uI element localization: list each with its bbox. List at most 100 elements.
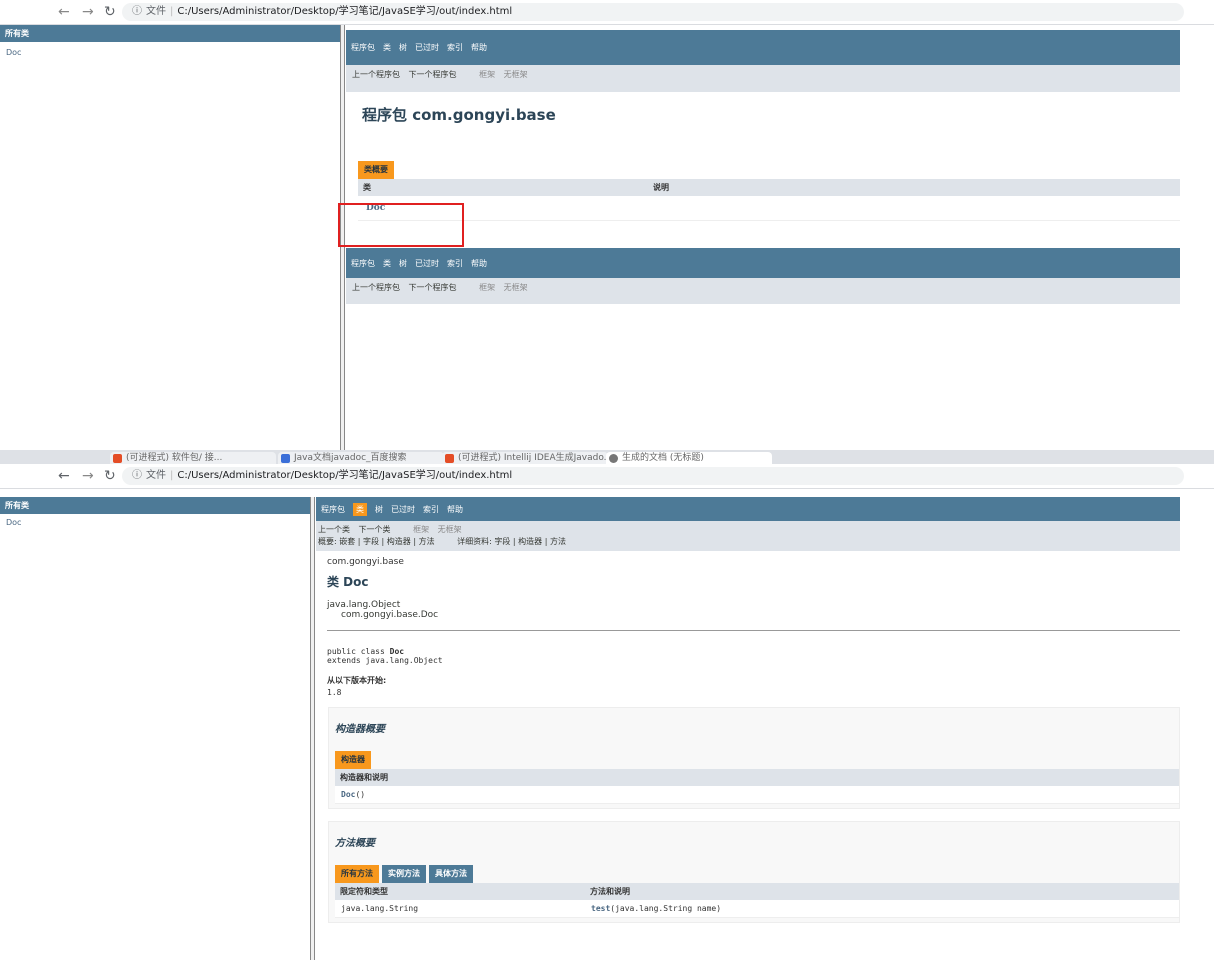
address-bar: ← → ↻ ⓘ 文件 | C:/Users/Administrator/Desktop…	[0, 464, 1214, 489]
nav-index[interactable]: 索引	[447, 42, 463, 53]
method-summary-title: 方法概要	[335, 838, 375, 849]
top-nav-bar: 程序包 类 树 已过时 索引 帮助	[346, 30, 1180, 65]
nav-tree[interactable]: 树	[399, 42, 407, 53]
next-class-link[interactable]: 下一个类	[359, 525, 391, 534]
constructor-caption: 构造器	[335, 751, 371, 769]
browser-tab-active[interactable]: 生成的文档 (无标题)	[606, 452, 772, 464]
class-link-doc[interactable]: Doc	[0, 42, 340, 57]
next-package-link[interactable]: 下一个程序包	[409, 70, 457, 79]
table-row: java.lang.String test(java.lang.String n…	[335, 900, 1179, 918]
class-summary-caption: 类概要	[358, 161, 394, 179]
frames-link[interactable]: 框架	[479, 70, 495, 79]
since-value: 1.8	[327, 688, 342, 697]
sub-nav-bar: 上一个类 下一个类 框架 无框架 概要: 嵌套 | 字段 | 构造器 | 方法 …	[316, 521, 1180, 551]
nav-package[interactable]: 程序包	[351, 42, 375, 53]
browser-tab[interactable]: (可进程式) 软件包/ 接...	[110, 452, 276, 464]
class-summary-table: 类概要 类 说明 Doc	[358, 157, 1180, 221]
constructor-params: ()	[355, 790, 366, 799]
browser-tab[interactable]: (可进程式) Intellij IDEA生成Javado...	[442, 452, 608, 464]
nav-class[interactable]: 类	[383, 42, 391, 53]
nav-help[interactable]: 帮助	[471, 42, 487, 53]
constructor-col: 构造器和说明	[340, 773, 388, 782]
reload-icon[interactable]: ↻	[104, 3, 116, 21]
method-params: (java.lang.String name)	[610, 904, 722, 913]
tab-concrete-methods[interactable]: 具体方法	[429, 865, 473, 883]
table-row: Doc()	[335, 786, 1179, 804]
page-viewport: 所有类 Doc 程序包 类 树 已过时 索引 帮助 上一个类 下一个类 框架 无…	[0, 497, 1214, 960]
red-highlight-box	[338, 203, 464, 247]
nav-class-selected[interactable]: 类	[353, 502, 367, 516]
package-name: com.gongyi.base	[327, 557, 404, 567]
bottom-next-package[interactable]: 下一个程序包	[409, 283, 457, 292]
bottom-sub-nav: 上一个程序包 下一个程序包 框架 无框架	[346, 278, 1180, 304]
class-title: 类 Doc	[327, 575, 369, 589]
omnibox[interactable]: ⓘ 文件 | C:/Users/Administrator/Desktop/学习笔记/…	[122, 3, 1184, 21]
file-label: 文件	[146, 470, 166, 481]
method-return-type: java.lang.String	[341, 904, 419, 913]
method-summary-block: 方法概要 所有方法 实例方法 具体方法 限定符和类型 方法和说明 java.lang…	[328, 821, 1180, 923]
col-class: 类	[363, 183, 371, 192]
prev-class-link[interactable]: 上一个类	[318, 525, 350, 534]
tab-strip: (可进程式) 软件包/ 接... Java文档javadoc_百度搜索 (可进程…	[0, 450, 1214, 464]
reload-icon[interactable]: ↻	[104, 467, 116, 485]
back-icon[interactable]: ←	[58, 467, 70, 485]
tab-instance-methods[interactable]: 实例方法	[382, 865, 426, 883]
no-frames-link[interactable]: 无框架	[438, 525, 462, 534]
address-bar: ← → ↻ ⓘ 文件 | C:/Users/Administrator/Desktop…	[0, 0, 1214, 25]
class-extends: extends java.lang.Object	[327, 656, 443, 665]
no-frames-link[interactable]: 无框架	[504, 70, 528, 79]
omnibox[interactable]: ⓘ 文件 | C:/Users/Administrator/Desktop/学习笔记/…	[122, 467, 1184, 485]
tab-favicon	[609, 454, 618, 463]
back-icon[interactable]: ←	[58, 3, 70, 21]
inheritance-root: java.lang.Object	[327, 600, 401, 610]
bottom-nav-deprecated[interactable]: 已过时	[415, 258, 439, 269]
constructor-doc-link[interactable]: Doc	[341, 790, 355, 799]
bottom-nav-package[interactable]: 程序包	[351, 258, 375, 269]
bottom-no-frames-link[interactable]: 无框架	[504, 283, 528, 292]
browser-tab[interactable]: Java文档javadoc_百度搜索	[278, 452, 444, 464]
nav-deprecated[interactable]: 已过时	[415, 42, 439, 53]
tab-all-methods[interactable]: 所有方法	[335, 865, 379, 883]
nav-tree[interactable]: 树	[375, 504, 383, 515]
summary-links[interactable]: 概要: 嵌套 | 字段 | 构造器 | 方法	[318, 537, 435, 546]
bottom-nav-tree[interactable]: 树	[399, 258, 407, 269]
since-label: 从以下版本开始:	[327, 676, 387, 685]
all-classes-frame: 所有类 Doc	[0, 25, 340, 450]
sub-nav-bar: 上一个程序包 下一个程序包 框架 无框架	[346, 65, 1180, 92]
divider	[327, 630, 1180, 631]
nav-index[interactable]: 索引	[423, 504, 439, 515]
class-link-doc[interactable]: Doc	[0, 514, 310, 527]
forward-icon[interactable]: →	[82, 467, 94, 485]
bottom-nav-help[interactable]: 帮助	[471, 258, 487, 269]
bottom-nav-class[interactable]: 类	[383, 258, 391, 269]
nav-help[interactable]: 帮助	[447, 504, 463, 515]
nav-package[interactable]: 程序包	[321, 504, 345, 515]
class-signature: public class Doc	[327, 647, 405, 656]
package-frame: 程序包 类 树 已过时 索引 帮助 上一个程序包 下一个程序包 框架 无框架 程…	[346, 25, 1180, 450]
method-col-type: 限定符和类型	[340, 887, 388, 896]
method-test-link[interactable]: test	[591, 904, 610, 913]
forward-icon[interactable]: →	[82, 3, 94, 21]
prev-package-link[interactable]: 上一个程序包	[352, 70, 400, 79]
info-icon[interactable]: ⓘ	[132, 470, 142, 481]
detail-links[interactable]: 详细资料: 字段 | 构造器 | 方法	[457, 537, 566, 546]
frames-link[interactable]: 框架	[413, 525, 429, 534]
nav-deprecated[interactable]: 已过时	[391, 504, 415, 515]
screenshot-package-page: ← → ↻ ⓘ 文件 | C:/Users/Administrator/Desktop…	[0, 0, 1214, 450]
method-col-desc: 方法和说明	[590, 887, 630, 896]
frame-divider[interactable]	[310, 497, 315, 960]
bottom-nav-index[interactable]: 索引	[447, 258, 463, 269]
screenshot-class-page: (可进程式) 软件包/ 接... Java文档javadoc_百度搜索 (可进程…	[0, 450, 1214, 960]
constructor-table-header: 构造器和说明	[335, 769, 1179, 786]
url-text[interactable]: C:/Users/Administrator/Desktop/学习笔记/Java…	[177, 6, 512, 17]
tab-favicon	[281, 454, 290, 463]
info-icon[interactable]: ⓘ	[132, 6, 142, 17]
tab-favicon	[113, 454, 122, 463]
page-viewport: 所有类 Doc 程序包 类 树 已过时 索引 帮助 上一个程序包 下一个程序包 …	[0, 25, 1214, 450]
bottom-prev-package[interactable]: 上一个程序包	[352, 283, 400, 292]
bottom-nav-bar: 程序包 类 树 已过时 索引 帮助	[346, 248, 1180, 278]
url-text[interactable]: C:/Users/Administrator/Desktop/学习笔记/Java…	[177, 470, 512, 481]
bottom-frames-link[interactable]: 框架	[479, 283, 495, 292]
top-nav-bar: 程序包 类 树 已过时 索引 帮助	[316, 497, 1180, 521]
all-classes-header: 所有类	[0, 25, 340, 42]
